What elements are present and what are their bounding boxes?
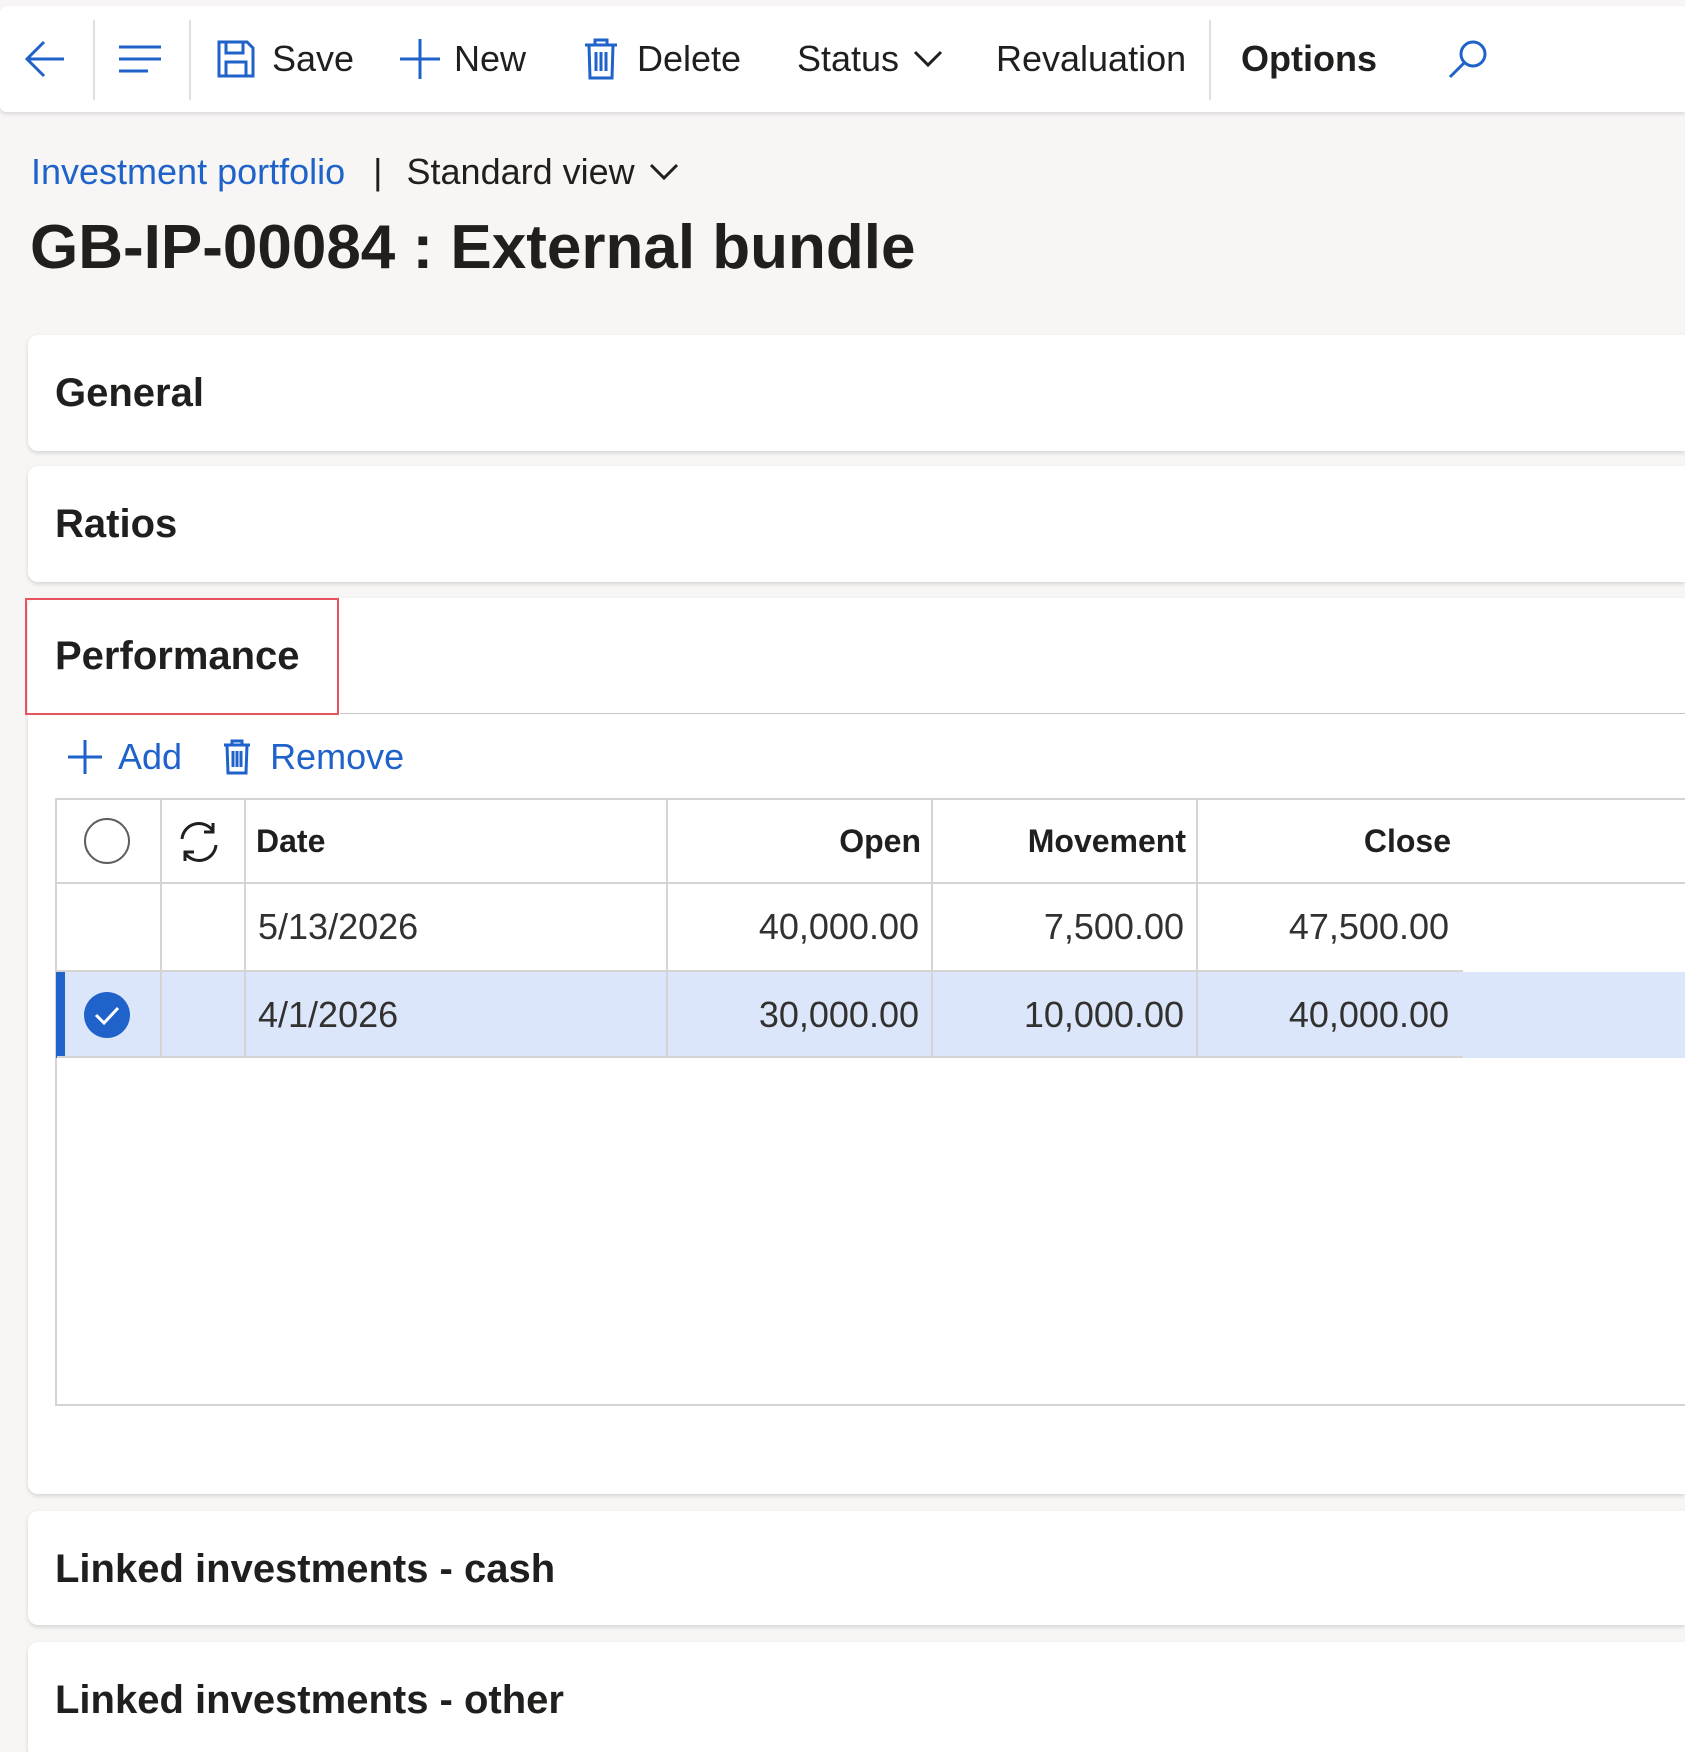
cell-close[interactable]: 40,000.00 — [1198, 972, 1461, 1058]
remove-button[interactable]: Remove — [222, 736, 404, 778]
status-menu-button[interactable]: Status — [797, 6, 943, 112]
fasttab-linked-cash-header[interactable]: Linked investments - cash — [28, 1511, 1685, 1627]
trash-icon — [222, 738, 252, 776]
options-label: Options — [1241, 38, 1377, 79]
row-checkbox-checked[interactable] — [83, 991, 131, 1039]
cell-movement[interactable]: 7,500.00 — [933, 884, 1196, 970]
delete-label: Delete — [637, 38, 742, 79]
save-label: Save — [272, 38, 355, 79]
fasttab-general-header[interactable]: General — [28, 335, 1685, 451]
chevron-down-icon — [649, 163, 679, 181]
add-button[interactable]: Add — [66, 736, 182, 778]
fasttab-general: General — [28, 335, 1685, 451]
column-header-close[interactable]: Close — [1198, 800, 1461, 882]
view-selector[interactable]: Standard view — [407, 151, 679, 193]
breadcrumb-separator: | — [373, 151, 383, 192]
plus-icon — [398, 37, 442, 81]
breadcrumb: Investment portfolio | Standard view — [31, 146, 679, 198]
menu-button[interactable] — [118, 6, 162, 112]
view-selector-label: Standard view — [406, 151, 635, 192]
toolbar-divider — [1209, 20, 1211, 100]
trash-icon — [583, 37, 619, 81]
save-button[interactable]: Save — [216, 6, 354, 112]
fasttab-linked-cash-title: Linked investments - cash — [55, 1546, 556, 1591]
new-label: New — [454, 38, 527, 79]
cell-open[interactable]: 30,000.00 — [668, 972, 931, 1058]
column-header-date[interactable]: Date — [246, 800, 666, 882]
refresh-icon — [176, 819, 222, 865]
fasttab-linked-investments-cash: Linked investments - cash — [28, 1511, 1685, 1625]
column-divider — [160, 800, 162, 1058]
revaluation-button[interactable]: Revaluation — [996, 6, 1186, 112]
fasttab-performance-header[interactable]: Performance — [25, 598, 1685, 715]
hamburger-icon — [118, 44, 162, 74]
remove-label: Remove — [270, 736, 405, 777]
chevron-down-icon — [913, 50, 943, 68]
revaluation-label: Revaluation — [996, 38, 1187, 79]
save-icon — [216, 39, 256, 79]
fasttab-ratios: Ratios — [28, 466, 1685, 582]
column-header-movement[interactable]: Movement — [933, 800, 1196, 882]
fasttab-linked-other-header[interactable]: Linked investments - other — [28, 1642, 1685, 1752]
fasttab-linked-investments-other: Linked investments - other — [28, 1642, 1685, 1752]
cell-open[interactable]: 40,000.00 — [668, 884, 931, 970]
refresh-button[interactable] — [176, 818, 224, 866]
header-divider — [340, 713, 1685, 714]
cell-movement[interactable]: 10,000.00 — [933, 972, 1196, 1058]
search-icon — [1447, 38, 1489, 80]
status-label: Status — [797, 38, 900, 79]
selected-row-indicator — [56, 972, 65, 1058]
column-header-open[interactable]: Open — [668, 800, 931, 882]
delete-button[interactable]: Delete — [583, 6, 741, 112]
plus-icon — [66, 738, 104, 776]
toolbar-divider — [189, 20, 191, 100]
grid-action-bar: Add Remove — [66, 726, 444, 788]
fasttab-linked-other-title: Linked investments - other — [55, 1677, 564, 1722]
action-toolbar: Save New Delete Status Revaluation Optio… — [0, 6, 1685, 112]
cell-date[interactable]: 4/1/2026 — [246, 972, 666, 1058]
new-button[interactable]: New — [398, 6, 526, 112]
back-arrow-icon — [22, 36, 68, 82]
cell-close[interactable]: 47,500.00 — [1198, 884, 1461, 970]
fasttab-performance-title: Performance — [55, 633, 300, 678]
page-title: GB-IP-00084 : External bundle — [30, 213, 916, 282]
back-button[interactable] — [22, 6, 68, 112]
fasttab-ratios-header[interactable]: Ratios — [28, 466, 1685, 582]
select-all-checkbox[interactable] — [83, 817, 131, 865]
options-button[interactable]: Options — [1241, 6, 1377, 112]
toolbar-divider — [93, 20, 95, 100]
add-label: Add — [118, 736, 183, 777]
fasttab-general-title: General — [55, 370, 204, 415]
fasttab-performance: Performance Add Remove Date Open Movemen… — [25, 598, 1685, 1494]
fasttab-ratios-title: Ratios — [55, 501, 178, 546]
search-button[interactable] — [1447, 6, 1489, 112]
performance-grid: Date Open Movement Close 5/13/2026 40,00… — [55, 798, 1685, 1406]
cell-date[interactable]: 5/13/2026 — [246, 884, 666, 970]
breadcrumb-investment-portfolio-link[interactable]: Investment portfolio — [31, 151, 345, 193]
